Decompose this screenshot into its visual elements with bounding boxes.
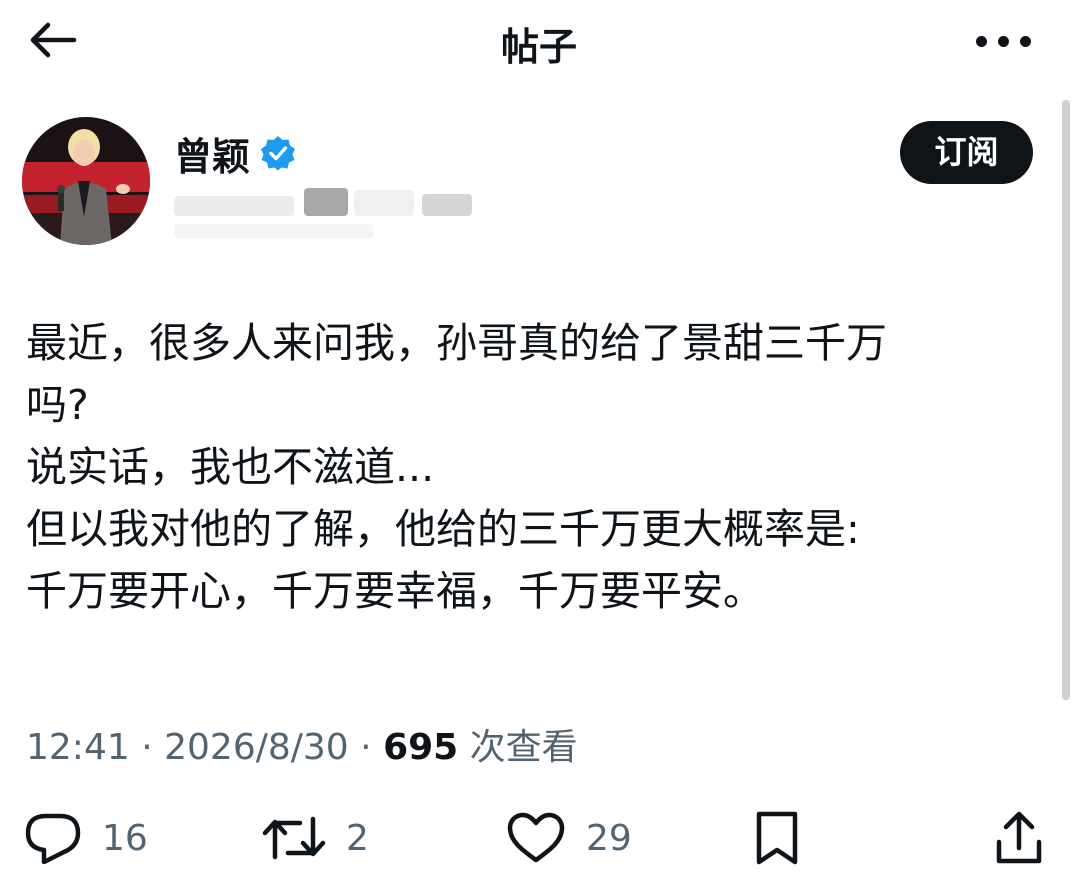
reply-button[interactable]: 16 (24, 808, 148, 868)
post-time: 12:41 (26, 727, 130, 768)
bookmark-button[interactable] (752, 808, 802, 868)
views-count[interactable]: 695 (383, 727, 458, 768)
author-avatar[interactable] (22, 117, 150, 245)
post-line: 但以我对他的了解，他给的三千万更大概率是: (26, 505, 860, 553)
post-line: 千万要开心，千万要幸福，千万要平安。 (26, 567, 764, 615)
post-meta: 12:41 · 2026/8/30 · 695 次查看 (26, 718, 578, 770)
post-line: 说实话，我也不滋道... (26, 443, 435, 491)
page-title: 帖子 (500, 25, 577, 69)
retweet-button[interactable]: 2 (262, 808, 369, 868)
post-page: 帖子 曾颖 订阅 最近，很多人来问我，孙哥真的给了景甜三千万 吗? 说实话，我也… (0, 0, 1078, 893)
share-icon (996, 811, 1042, 864)
post-line: 最近，很多人来问我，孙哥真的给了景甜三千万 (26, 319, 887, 367)
post-date: 2026/8/30 (164, 727, 349, 768)
reply-count: 16 (102, 817, 148, 859)
bookmark-icon (756, 811, 798, 865)
post-text: 最近，很多人来问我，孙哥真的给了景甜三千万 吗? 说实话，我也不滋道... 但以… (26, 312, 1056, 622)
top-bar: 帖子 (0, 0, 1078, 90)
meta-separator: · (141, 727, 153, 768)
meta-separator: · (360, 727, 372, 768)
scrollbar[interactable] (1062, 100, 1070, 700)
like-button[interactable]: 29 (506, 808, 632, 868)
author-name[interactable]: 曾颖 (174, 126, 250, 181)
views-label: 次查看 (469, 727, 578, 768)
action-bar: 16 2 29 (0, 808, 1078, 868)
verified-badge-icon (261, 136, 296, 171)
share-button[interactable] (994, 808, 1044, 868)
author-name-row: 曾颖 (174, 126, 296, 181)
author-handle-redacted (174, 184, 474, 244)
retweet-icon (262, 816, 326, 860)
reply-icon (25, 813, 81, 864)
more-options-button[interactable] (976, 36, 1032, 48)
like-count: 29 (586, 817, 632, 859)
heart-icon (507, 812, 565, 863)
subscribe-button[interactable]: 订阅 (900, 121, 1033, 184)
post-line: 吗? (26, 381, 89, 429)
retweet-count: 2 (346, 817, 369, 859)
